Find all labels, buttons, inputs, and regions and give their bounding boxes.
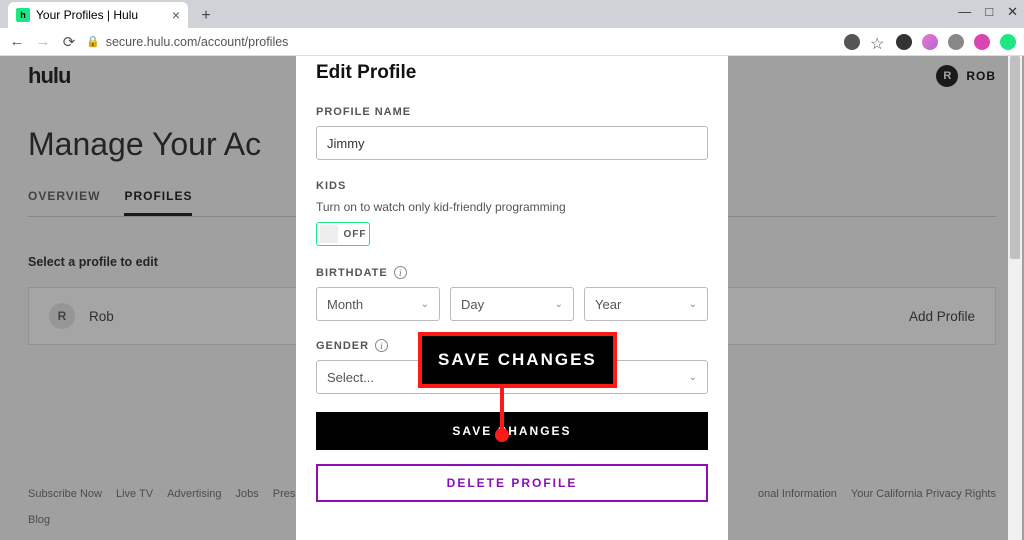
- minimize-icon[interactable]: —: [958, 4, 971, 20]
- callout-pointer: [495, 428, 509, 442]
- month-select[interactable]: Month ⌄: [316, 287, 440, 321]
- extension-icon[interactable]: [896, 34, 912, 50]
- browser-tab[interactable]: h Your Profiles | Hulu ×: [8, 2, 188, 28]
- year-value: Year: [595, 297, 621, 312]
- maximize-icon[interactable]: □: [985, 4, 993, 20]
- toggle-knob: [320, 225, 338, 243]
- tab-bar: h Your Profiles | Hulu × +: [0, 0, 1024, 28]
- extension-icon[interactable]: [844, 34, 860, 50]
- tab-title: Your Profiles | Hulu: [36, 8, 138, 22]
- profile-name-input[interactable]: [316, 126, 708, 160]
- chevron-down-icon: ⌄: [689, 372, 697, 383]
- annotation-callout: SAVE CHANGES: [418, 390, 617, 446]
- profile-name-label: PROFILE NAME: [316, 106, 708, 118]
- extension-icon[interactable]: [948, 34, 964, 50]
- birthdate-selects: Month ⌄ Day ⌄ Year ⌄: [316, 287, 708, 321]
- new-tab-button[interactable]: +: [194, 4, 218, 28]
- bookmark-star-icon[interactable]: ☆: [870, 34, 886, 50]
- close-tab-icon[interactable]: ×: [172, 7, 180, 23]
- chevron-down-icon: ⌄: [689, 299, 697, 310]
- extension-icon[interactable]: [1000, 34, 1016, 50]
- lock-icon: 🔒: [86, 35, 100, 48]
- year-select[interactable]: Year ⌄: [584, 287, 708, 321]
- callout-label: SAVE CHANGES: [418, 332, 617, 388]
- day-value: Day: [461, 297, 484, 312]
- info-icon[interactable]: i: [375, 339, 388, 352]
- callout-connector: [500, 388, 504, 432]
- hulu-favicon: h: [16, 8, 30, 22]
- extension-icon[interactable]: [922, 34, 938, 50]
- gender-value: Select...: [327, 370, 374, 385]
- birthdate-label: BIRTHDATE: [316, 267, 388, 279]
- chevron-down-icon: ⌄: [421, 299, 429, 310]
- info-icon[interactable]: i: [394, 266, 407, 279]
- kids-help-text: Turn on to watch only kid-friendly progr…: [316, 200, 708, 214]
- chevron-down-icon: ⌄: [555, 299, 563, 310]
- extension-icons: ☆: [844, 34, 1016, 50]
- close-window-icon[interactable]: ✕: [1007, 4, 1018, 20]
- edit-profile-modal: Edit Profile PROFILE NAME KIDS Turn on t…: [296, 56, 728, 540]
- extension-icon[interactable]: [974, 34, 990, 50]
- scrollbar-thumb[interactable]: [1010, 56, 1020, 259]
- kids-label: KIDS: [316, 180, 708, 192]
- window-controls: — □ ✕: [958, 4, 1018, 20]
- address-bar: ← → ⟳ 🔒 secure.hulu.com/account/profiles…: [0, 28, 1024, 56]
- url-text: secure.hulu.com/account/profiles: [106, 35, 289, 49]
- gender-label: GENDER: [316, 340, 369, 352]
- url-display[interactable]: 🔒 secure.hulu.com/account/profiles: [86, 35, 836, 49]
- toggle-state: OFF: [341, 229, 369, 240]
- reload-button[interactable]: ⟳: [60, 33, 78, 51]
- modal-title: Edit Profile: [316, 62, 708, 84]
- delete-profile-button[interactable]: DELETE PROFILE: [316, 464, 708, 502]
- forward-button[interactable]: →: [34, 33, 52, 51]
- browser-chrome: h Your Profiles | Hulu × + ← → ⟳ 🔒 secur…: [0, 0, 1024, 56]
- month-value: Month: [327, 297, 363, 312]
- day-select[interactable]: Day ⌄: [450, 287, 574, 321]
- kids-toggle[interactable]: OFF: [316, 222, 370, 246]
- scrollbar[interactable]: [1008, 56, 1022, 540]
- back-button[interactable]: ←: [8, 33, 26, 51]
